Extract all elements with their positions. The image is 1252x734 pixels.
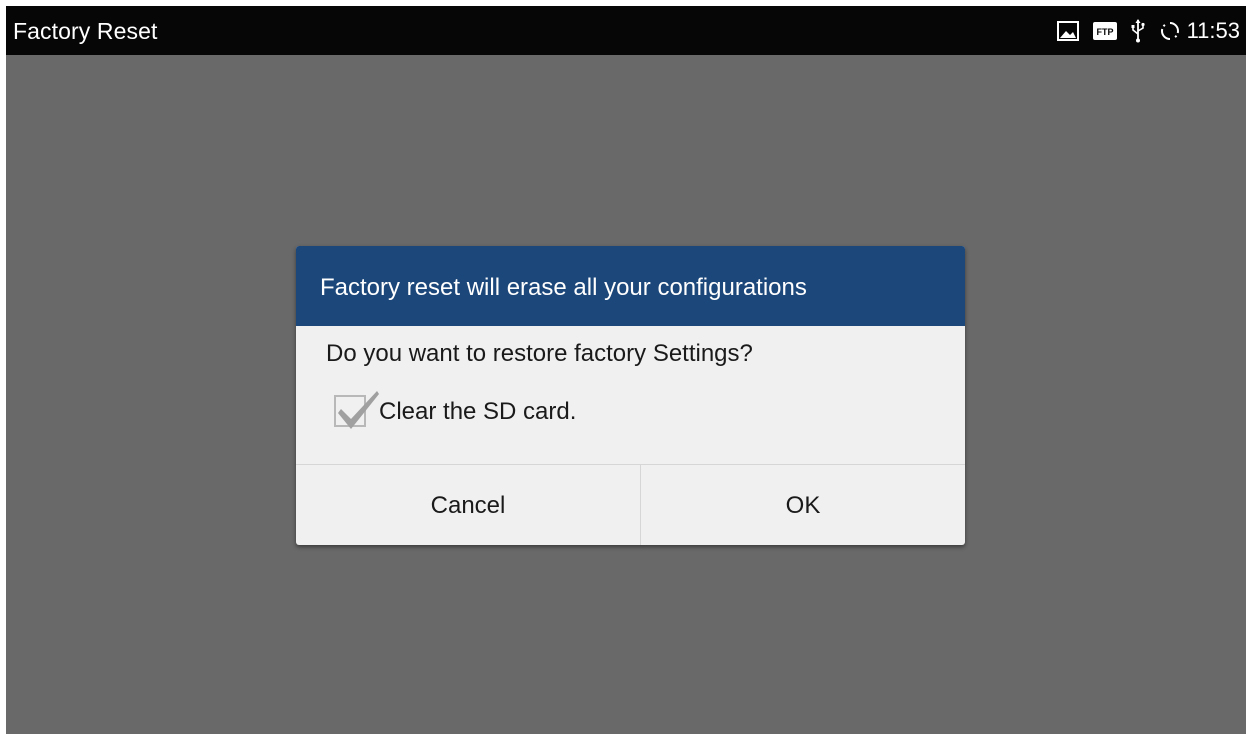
status-icons: FTP 11:53 <box>1056 6 1240 55</box>
ftp-icon-text: FTP <box>1096 27 1113 37</box>
sync-icon <box>1159 20 1181 42</box>
cancel-button[interactable]: Cancel <box>296 465 640 545</box>
ftp-icon: FTP <box>1092 21 1117 40</box>
clear-sd-card-checkbox[interactable]: Clear the SD card. <box>333 387 576 437</box>
ok-button[interactable]: OK <box>641 465 965 545</box>
checkbox-label: Clear the SD card. <box>379 398 577 425</box>
checkbox-checked-icon[interactable] <box>333 387 381 437</box>
clock: 11:53 <box>1186 17 1240 43</box>
status-bar: Factory Reset FTP 11:53 <box>6 6 1246 55</box>
screen-title: Factory Reset <box>13 18 158 44</box>
dialog-message: Do you want to restore factory Settings? <box>326 340 753 367</box>
factory-reset-dialog: Factory reset will erase all your config… <box>296 246 965 545</box>
dialog-button-bar: Cancel OK <box>296 464 965 545</box>
dialog-title: Factory reset will erase all your config… <box>320 274 807 301</box>
image-icon <box>1056 20 1079 41</box>
usb-icon <box>1131 18 1145 43</box>
dialog-header: Factory reset will erase all your config… <box>296 246 965 326</box>
device-screen: Factory Reset FTP 11:53 Factory reset wi… <box>6 6 1246 734</box>
